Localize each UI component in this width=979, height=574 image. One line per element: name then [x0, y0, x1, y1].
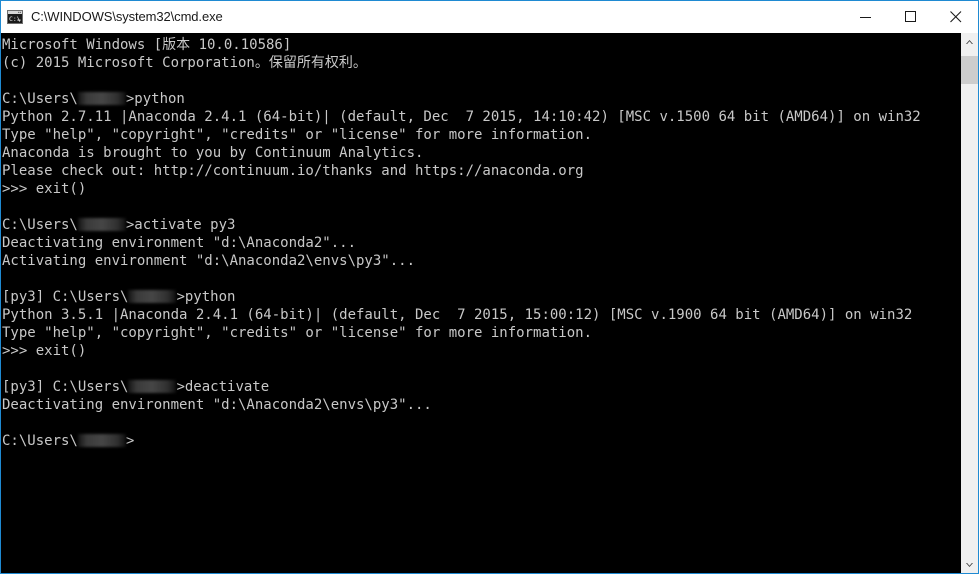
console-line: Please check out: http://continuum.io/th… [2, 162, 961, 180]
console-line-text: Python 2.7.11 |Anaconda 2.4.1 (64-bit)| … [2, 109, 921, 125]
console-line: [py3] C:\Users\ >deactivate [2, 378, 961, 396]
console-line-text: >python [176, 289, 236, 305]
console-line: Deactivating environment "d:\Anaconda2".… [2, 234, 961, 252]
console-line-text: >>> exit() [2, 181, 87, 197]
console-line: C:\Users\ > [2, 432, 961, 450]
console-line: Deactivating environment "d:\Anaconda2\e… [2, 396, 961, 414]
console-line-text [2, 271, 10, 287]
console-line: [py3] C:\Users\ >python [2, 288, 961, 306]
console-line-text: C:\Users\ [2, 91, 78, 107]
minimize-icon [859, 16, 871, 18]
console-line [2, 414, 961, 432]
scroll-down-button[interactable] [961, 556, 978, 573]
cmd-window: C:\ C:\WINDOWS\system32\cmd.exe Microsof… [0, 0, 979, 574]
console-line-text: >python [125, 91, 185, 107]
cmd-console-icon: C:\ [7, 9, 23, 25]
console-line: >>> exit() [2, 342, 961, 360]
console-line-text [2, 361, 10, 377]
console-line-text: (c) 2015 Microsoft Corporation。保留所有权利。 [2, 55, 367, 71]
console-line-text: >activate py3 [125, 217, 236, 233]
console-line-text: C:\Users\ [2, 433, 78, 449]
console-line-text: Anaconda is brought to you by Continuum … [2, 145, 424, 161]
chevron-down-icon [966, 562, 973, 567]
scroll-up-button[interactable] [961, 33, 978, 50]
close-icon [949, 10, 961, 22]
console-line [2, 360, 961, 378]
console-line: Python 2.7.11 |Anaconda 2.4.1 (64-bit)| … [2, 108, 961, 126]
console-line: C:\Users\ >activate py3 [2, 216, 961, 234]
console-line-text: [py3] C:\Users\ [2, 379, 129, 395]
chevron-up-icon [966, 39, 973, 44]
console-line: Anaconda is brought to you by Continuum … [2, 144, 961, 162]
console-line-text: Activating environment "d:\Anaconda2\env… [2, 253, 416, 269]
redacted-username [77, 434, 126, 447]
console-line: Activating environment "d:\Anaconda2\env… [2, 252, 961, 270]
console-line-text: Please check out: http://continuum.io/th… [2, 163, 584, 179]
console-line-text: >>> exit() [2, 343, 87, 359]
console-line-text [2, 73, 10, 89]
scrollbar-track[interactable] [961, 50, 978, 556]
maximize-icon [904, 10, 916, 22]
console-line [2, 72, 961, 90]
console-line-text: Python 3.5.1 |Anaconda 2.4.1 (64-bit)| (… [2, 307, 913, 323]
console-line [2, 270, 961, 288]
console-line-text [2, 415, 10, 431]
maximize-button[interactable] [888, 1, 933, 32]
title-bar[interactable]: C:\ C:\WINDOWS\system32\cmd.exe [1, 1, 978, 33]
console-line-text [2, 199, 10, 215]
console-line: Type "help", "copyright", "credits" or "… [2, 126, 961, 144]
minimize-button[interactable] [843, 1, 888, 32]
console-line-text: Deactivating environment "d:\Anaconda2\e… [2, 397, 432, 413]
console-line: C:\Users\ >python [2, 90, 961, 108]
close-button[interactable] [933, 1, 978, 32]
console-line: Type "help", "copyright", "credits" or "… [2, 324, 961, 342]
console-line-text: Deactivating environment "d:\Anaconda2".… [2, 235, 357, 251]
window-title: C:\WINDOWS\system32\cmd.exe [31, 9, 223, 24]
redacted-username [128, 290, 177, 303]
console-line-text: Microsoft Windows [版本 10.0.10586] [2, 37, 292, 53]
window-controls [843, 1, 978, 32]
console-line: (c) 2015 Microsoft Corporation。保留所有权利。 [2, 54, 961, 72]
svg-text:C:\: C:\ [9, 14, 21, 22]
console-line: >>> exit() [2, 180, 961, 198]
console-area: Microsoft Windows [版本 10.0.10586] (c) 201… [1, 33, 978, 573]
console-line-text: Type "help", "copyright", "credits" or "… [2, 325, 593, 341]
console-line-text: C:\Users\ [2, 217, 78, 233]
console-line-text: > [125, 433, 135, 449]
console-line-text: >deactivate [176, 379, 270, 395]
scrollbar-thumb[interactable] [961, 56, 978, 84]
console-line: Microsoft Windows [版本 10.0.10586] [2, 36, 961, 54]
console-line-text: [py3] C:\Users\ [2, 289, 129, 305]
redacted-username [128, 380, 177, 393]
redacted-username [77, 218, 126, 231]
vertical-scrollbar[interactable] [961, 33, 978, 573]
console-line-text: Type "help", "copyright", "credits" or "… [2, 127, 593, 143]
console-line [2, 198, 961, 216]
console-output[interactable]: Microsoft Windows [版本 10.0.10586] (c) 201… [1, 33, 961, 573]
console-line: Python 3.5.1 |Anaconda 2.4.1 (64-bit)| (… [2, 306, 961, 324]
redacted-username [77, 92, 126, 105]
